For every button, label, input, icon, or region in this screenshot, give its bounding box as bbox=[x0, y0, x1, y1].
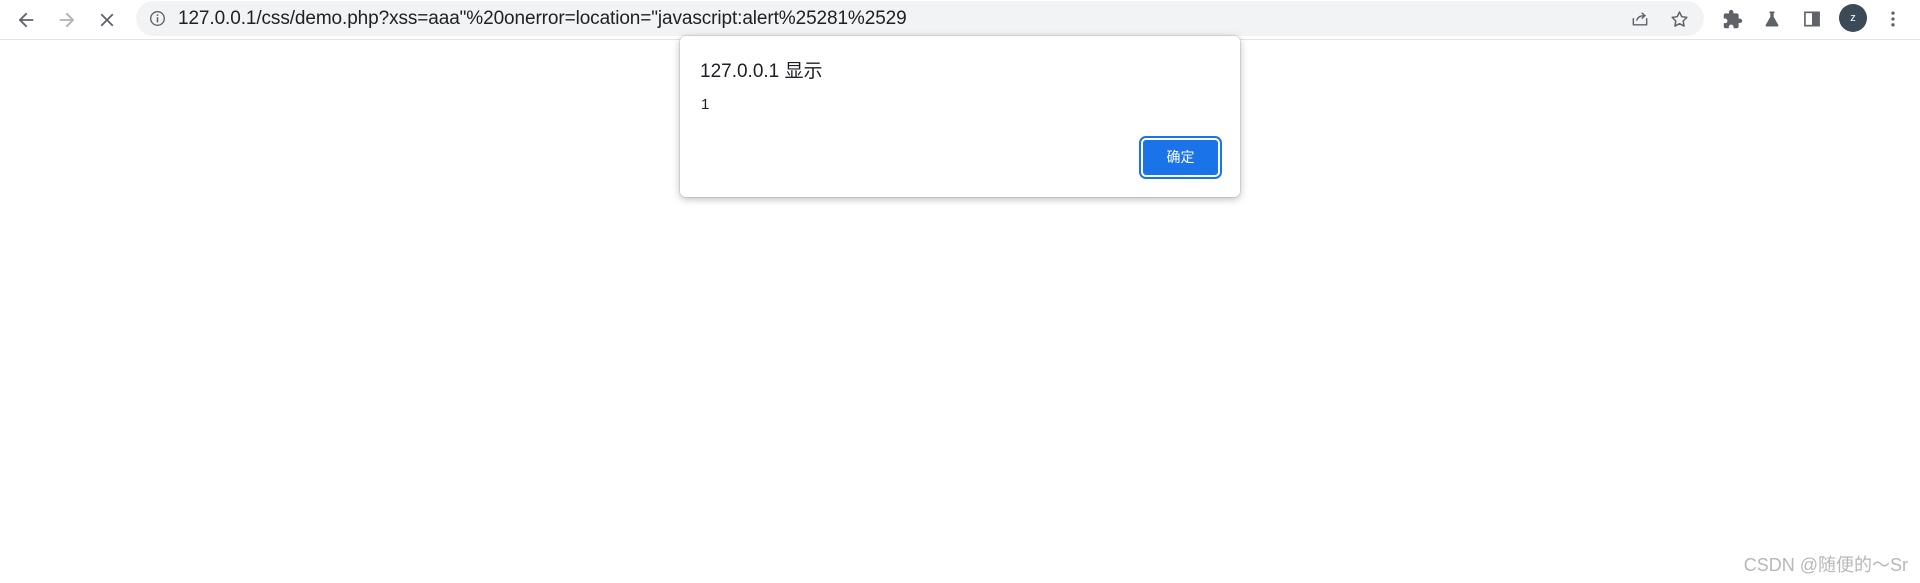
dialog-title: 127.0.0.1 显示 bbox=[700, 61, 823, 82]
back-button[interactable] bbox=[8, 2, 44, 38]
flask-icon[interactable] bbox=[1759, 6, 1785, 32]
arrow-left-icon bbox=[18, 12, 34, 28]
forward-button[interactable] bbox=[49, 2, 85, 38]
dialog-message: 1 bbox=[701, 96, 710, 113]
address-bar[interactable]: 127.0.0.1/css/demo.php?xss=aaa"%20onerro… bbox=[136, 1, 1704, 36]
close-icon bbox=[100, 13, 114, 27]
ok-button[interactable]: 确定 bbox=[1141, 138, 1220, 177]
arrow-right-icon bbox=[59, 12, 75, 28]
kebab-menu-icon[interactable] bbox=[1880, 6, 1906, 32]
side-panel-icon[interactable] bbox=[1799, 6, 1825, 32]
avatar[interactable]: z bbox=[1839, 4, 1867, 32]
puzzle-icon[interactable] bbox=[1719, 6, 1745, 32]
star-icon[interactable] bbox=[1667, 7, 1691, 31]
stop-loading-button[interactable] bbox=[89, 2, 125, 38]
share-icon[interactable] bbox=[1628, 7, 1652, 31]
info-icon[interactable] bbox=[148, 9, 167, 28]
url-text[interactable]: 127.0.0.1/css/demo.php?xss=aaa"%20onerro… bbox=[178, 1, 907, 36]
browser-toolbar: 127.0.0.1/css/demo.php?xss=aaa"%20onerro… bbox=[0, 0, 1920, 40]
watermark: CSDN @随便的～Sr bbox=[1743, 555, 1908, 575]
alert-dialog: 127.0.0.1 显示 1 确定 bbox=[680, 36, 1240, 197]
